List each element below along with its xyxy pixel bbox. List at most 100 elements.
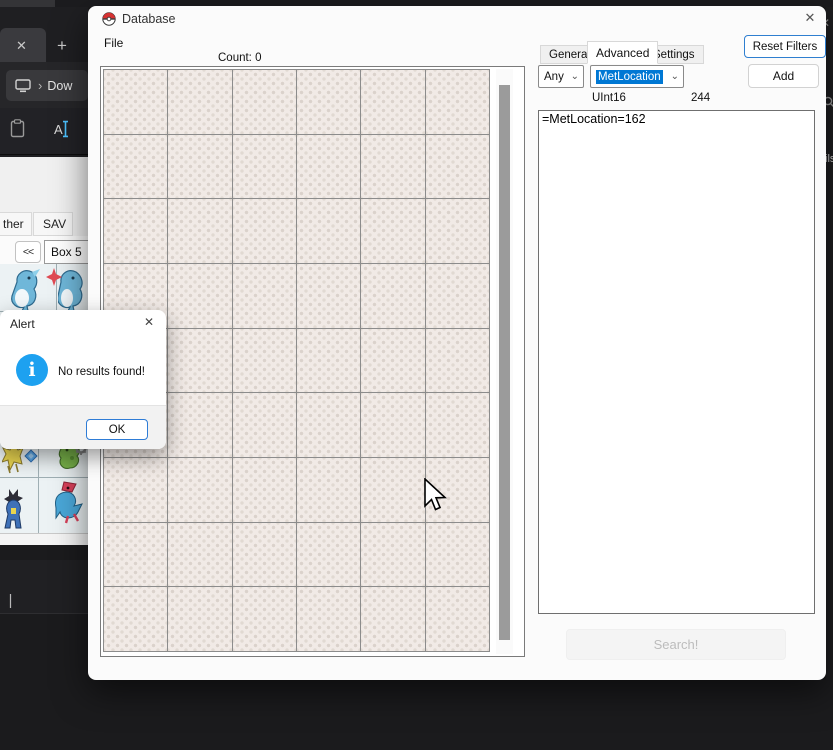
background-text-fragment: ils <box>826 153 833 165</box>
menu-file[interactable]: File <box>104 36 123 50</box>
previous-box-button[interactable]: << <box>15 241 41 263</box>
db-slot[interactable] <box>104 70 167 134</box>
explorer-top-strip <box>0 0 55 7</box>
tab-advanced[interactable]: Advanced <box>587 41 658 64</box>
db-slot[interactable] <box>426 70 489 134</box>
paste-icon[interactable] <box>10 119 25 144</box>
db-slot[interactable] <box>233 329 296 393</box>
db-slot[interactable] <box>426 329 489 393</box>
ok-button[interactable]: OK <box>86 419 148 440</box>
bottom-dark-area <box>0 680 833 750</box>
screen: { "icons": { "close": "✕", "plus": "+", … <box>0 0 833 750</box>
db-slot[interactable] <box>426 523 489 587</box>
db-slot[interactable] <box>233 264 296 328</box>
db-slot[interactable] <box>233 587 296 651</box>
info-icon: i <box>16 354 48 386</box>
db-slot[interactable] <box>168 393 231 457</box>
breadcrumb-item[interactable]: Dow <box>47 79 72 93</box>
tab-close-icon[interactable]: ✕ <box>16 38 27 54</box>
alert-dialog: Alert ✕ i No results found! OK <box>0 310 166 449</box>
pokemon-sprite[interactable] <box>54 480 86 529</box>
db-slot[interactable] <box>168 70 231 134</box>
db-slot[interactable] <box>361 264 424 328</box>
property-type-label: UInt16 <box>592 92 626 104</box>
query-editor[interactable]: =MetLocation=162 <box>538 110 815 614</box>
search-button[interactable]: Search! <box>566 629 786 660</box>
db-slot[interactable] <box>361 523 424 587</box>
db-slot[interactable] <box>426 199 489 263</box>
database-titlebar[interactable]: Database ✕ <box>88 6 826 32</box>
db-slot[interactable] <box>361 199 424 263</box>
breadcrumb-chevron-icon: › <box>38 78 42 93</box>
db-slot[interactable] <box>233 458 296 522</box>
db-slot[interactable] <box>426 264 489 328</box>
db-slot[interactable] <box>233 70 296 134</box>
alert-message: No results found! <box>58 366 145 378</box>
property-value: MetLocation <box>596 70 663 84</box>
db-slot[interactable] <box>233 135 296 199</box>
alert-close-icon[interactable]: ✕ <box>140 315 158 331</box>
db-slot[interactable] <box>361 587 424 651</box>
rename-icon[interactable]: A <box>51 119 71 144</box>
db-slot[interactable] <box>104 587 167 651</box>
explorer-toolbar: A <box>0 108 88 155</box>
add-filter-button[interactable]: Add <box>748 64 819 88</box>
db-slot[interactable] <box>168 329 231 393</box>
db-slot[interactable] <box>233 199 296 263</box>
property-dropdown[interactable]: MetLocation ⌄ <box>590 65 684 88</box>
box-selector[interactable]: Box 5 <box>44 240 88 264</box>
background-close-icon: ✕ <box>826 16 830 30</box>
comparator-dropdown[interactable]: Any ⌄ <box>538 65 584 88</box>
db-slot[interactable] <box>297 135 360 199</box>
db-slot[interactable] <box>104 523 167 587</box>
db-slot[interactable] <box>426 135 489 199</box>
db-slot[interactable] <box>168 458 231 522</box>
db-slot[interactable] <box>361 458 424 522</box>
db-slot[interactable] <box>361 135 424 199</box>
mouse-cursor <box>423 478 449 519</box>
reset-filters-button[interactable]: Reset Filters <box>744 35 826 58</box>
db-slot[interactable] <box>297 199 360 263</box>
new-tab-icon[interactable]: + <box>57 36 67 56</box>
text-cursor-mark: | <box>6 593 15 610</box>
scrollbar-thumb[interactable] <box>499 85 510 640</box>
chevron-down-icon: ⌄ <box>571 71 579 82</box>
db-slot[interactable] <box>297 523 360 587</box>
db-slot[interactable] <box>168 264 231 328</box>
tab-other[interactable]: ther <box>0 212 32 236</box>
explorer-backdrop: ✕ + › Dow A <box>0 0 88 157</box>
db-slot[interactable] <box>168 199 231 263</box>
db-slot[interactable] <box>297 393 360 457</box>
db-slot[interactable] <box>297 70 360 134</box>
db-slot[interactable] <box>233 393 296 457</box>
svg-text:A: A <box>54 122 63 137</box>
property-max-label: 244 <box>691 92 710 104</box>
db-slot[interactable] <box>361 329 424 393</box>
db-slot[interactable] <box>104 199 167 263</box>
db-slot[interactable] <box>361 70 424 134</box>
window-title: Database <box>122 12 176 26</box>
db-slot[interactable] <box>104 458 167 522</box>
db-slot[interactable] <box>104 135 167 199</box>
db-slot[interactable] <box>426 587 489 651</box>
db-slot[interactable] <box>426 393 489 457</box>
database-window: Database ✕ File Count: 0 General Advance… <box>88 6 826 680</box>
right-edge-backdrop: ✕ ils <box>826 0 833 680</box>
db-slot[interactable] <box>168 135 231 199</box>
alert-title: Alert <box>10 317 35 331</box>
breadcrumb[interactable]: › Dow <box>6 70 88 101</box>
db-slot[interactable] <box>361 393 424 457</box>
db-slot[interactable] <box>297 458 360 522</box>
window-close-icon[interactable]: ✕ <box>800 10 820 28</box>
results-scrollbar[interactable] <box>496 69 513 654</box>
chevron-down-icon: ⌄ <box>671 71 679 82</box>
db-slot[interactable] <box>297 264 360 328</box>
db-slot[interactable] <box>297 329 360 393</box>
db-slot[interactable] <box>233 523 296 587</box>
db-slot[interactable] <box>168 587 231 651</box>
tab-sav[interactable]: SAV <box>33 212 73 236</box>
db-slot[interactable] <box>297 587 360 651</box>
pokemon-sprite[interactable] <box>1 486 27 535</box>
db-slot[interactable] <box>168 523 231 587</box>
count-label: Count: 0 <box>218 52 261 64</box>
